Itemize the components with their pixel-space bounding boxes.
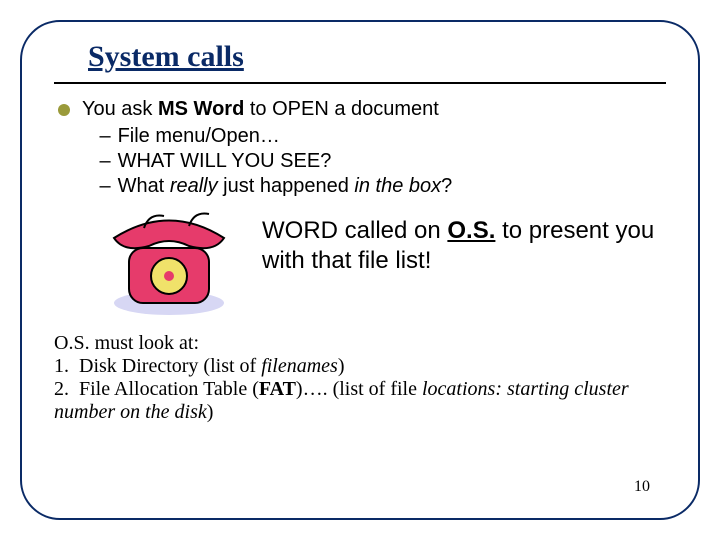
dash-icon: – — [98, 175, 112, 198]
bullet-dot-icon — [58, 104, 70, 116]
text-italic: filenames — [261, 355, 338, 377]
look-intro: O.S. must look at: — [54, 332, 666, 355]
image-text-row: WORD called on O.S. to present you with … — [54, 208, 666, 318]
text-fragment: WORD called on — [262, 217, 447, 244]
sub-text: File menu/Open… — [118, 125, 280, 147]
main-bullet: You ask MS Word to OPEN a document — [54, 98, 666, 121]
slide-frame: System calls You ask MS Word to OPEN a d… — [20, 20, 700, 520]
dash-icon: – — [98, 150, 112, 173]
text-fragment: ) — [338, 355, 345, 377]
page-number: 10 — [634, 478, 650, 496]
sub-bullet-2: – WHAT WILL YOU SEE? — [98, 150, 666, 173]
callout-message: WORD called on O.S. to present you with … — [262, 216, 666, 276]
text-bold: MS Word — [158, 98, 244, 120]
telephone-clipart-icon — [94, 208, 244, 318]
text-fragment: You ask — [82, 98, 158, 120]
os-look-block: O.S. must look at: 1. Disk Directory (li… — [54, 332, 666, 424]
sub-bullet-3: – What really just happened in the box? — [98, 175, 666, 198]
title-separator — [54, 82, 666, 84]
text-fragment: What — [118, 175, 170, 197]
text-fragment: Disk Directory (list of — [79, 355, 261, 377]
slide-title: System calls — [88, 40, 666, 74]
main-bullet-text: You ask MS Word to OPEN a document — [82, 98, 439, 121]
sub-bullet-1: – File menu/Open… — [98, 125, 666, 148]
text-fragment: ) — [207, 401, 214, 423]
text-fragment: )…. (list of file — [296, 378, 422, 400]
sub-text: What really just happened in the box? — [118, 175, 453, 197]
text-fragment: just happened — [218, 175, 355, 197]
text-italic: in the box — [354, 175, 441, 197]
sub-text: WHAT WILL YOU SEE? — [118, 150, 332, 172]
text-fragment: ? — [441, 175, 452, 197]
text-os: O.S. — [447, 217, 495, 244]
look-item-1: 1. Disk Directory (list of filenames) — [54, 355, 666, 378]
text-fragment: File Allocation Table ( — [79, 378, 259, 400]
text-fragment: to OPEN a document — [244, 98, 439, 120]
text-bold: FAT — [259, 378, 296, 400]
look-item-2: 2. File Allocation Table (FAT)…. (list o… — [54, 378, 666, 424]
text-italic: really — [170, 175, 218, 197]
dash-icon: – — [98, 125, 112, 148]
